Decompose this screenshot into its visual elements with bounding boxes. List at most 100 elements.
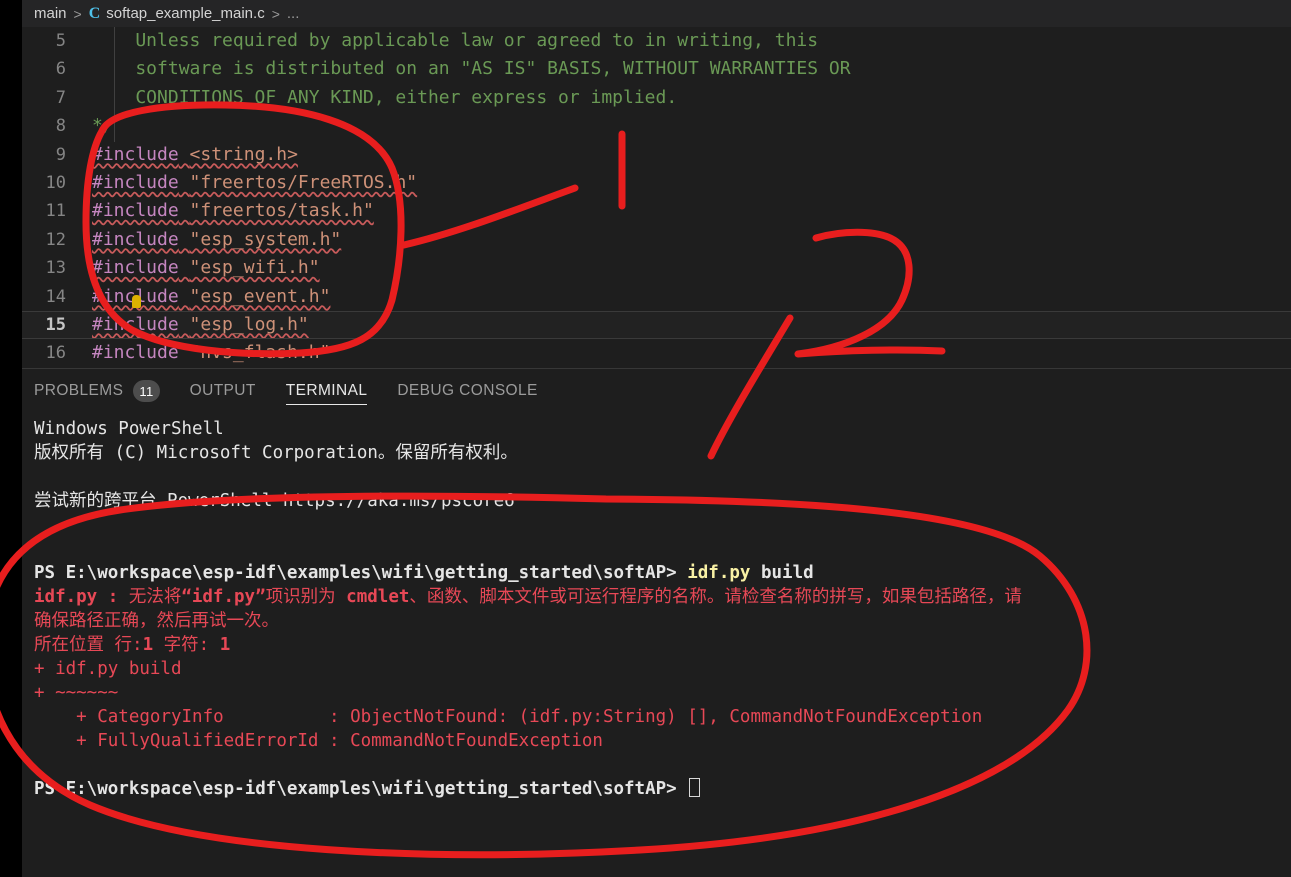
- panel-tab-bar[interactable]: PROBLEMS 11 OUTPUT TERMINAL DEBUG CONSOLE: [22, 369, 1291, 413]
- code-line[interactable]: 9 #include <string.h>: [22, 141, 1291, 169]
- bottom-panel: PROBLEMS 11 OUTPUT TERMINAL DEBUG CONSOLE Wi…: [22, 368, 1291, 877]
- terminal-line: 确保路径正确，然后再试一次。: [34, 609, 1291, 633]
- code-token: "esp_event.h": [189, 285, 331, 307]
- code-token: #include: [92, 313, 179, 335]
- breadcrumb[interactable]: main > C softap_example_main.c > ...: [22, 0, 1291, 27]
- code-line[interactable]: 8 */: [22, 112, 1291, 140]
- tab-debug-console[interactable]: DEBUG CONSOLE: [397, 369, 537, 413]
- terminal-text: + CategoryInfo : ObjectNotFound: (idf.py…: [34, 707, 983, 727]
- tab-label: PROBLEMS: [34, 382, 124, 399]
- terminal-line: 所在位置 行:1 字符: 1: [34, 633, 1291, 657]
- code-text: #include <string.h>: [92, 144, 298, 165]
- terminal-line: PS E:\workspace\esp-idf\examples\wifi\ge…: [34, 561, 1291, 585]
- terminal-text: 所在位置 行:: [34, 635, 143, 655]
- terminal-text: 字符:: [153, 635, 220, 655]
- code-token: software is distributed on an "AS IS" BA…: [92, 58, 851, 80]
- code-text: #include "esp_log.h": [92, 314, 309, 335]
- code-token: #include: [92, 257, 179, 279]
- code-line[interactable]: 6 software is distributed on an "AS IS" …: [22, 55, 1291, 83]
- line-number: 9: [55, 144, 66, 165]
- code-lines[interactable]: 5 Unless required by applicable law or a…: [22, 27, 1291, 368]
- code-token: "esp_log.h": [189, 313, 309, 335]
- terminal-prompt-line[interactable]: PS E:\workspace\esp-idf\examples\wifi\ge…: [34, 777, 1291, 801]
- line-number: 7: [55, 87, 66, 108]
- code-line[interactable]: 10 #include "freertos/FreeRTOS.h": [22, 169, 1291, 197]
- terminal-line: + ~~~~~~: [34, 681, 1291, 705]
- code-token: #include: [92, 342, 179, 364]
- terminal-text: 、函数、脚本文件或可运行程序的名称。请检查名称的拼写，如果包括路径，请: [409, 587, 1022, 607]
- code-editor[interactable]: 5 Unless required by applicable law or a…: [22, 27, 1291, 368]
- tab-label: OUTPUT: [189, 382, 256, 399]
- terminal-line: idf.py : 无法将“idf.py”项识别为 cmdlet、函数、脚本文件或…: [34, 585, 1291, 609]
- terminal-text: 版权所有 (C) Microsoft Corporation。保留所有权利。: [34, 443, 518, 463]
- tab-output[interactable]: OUTPUT: [190, 369, 256, 413]
- activity-bar[interactable]: [0, 0, 22, 877]
- code-line[interactable]: 13 #include "esp_wifi.h": [22, 254, 1291, 282]
- code-text: #include "esp_wifi.h": [92, 257, 320, 278]
- code-text: #include "esp_system.h": [92, 229, 341, 250]
- breadcrumb-file[interactable]: softap_example_main.c: [106, 5, 264, 22]
- chevron-right-icon: >: [73, 5, 82, 22]
- terminal-text: PS E:\workspace\esp-idf\examples\wifi\ge…: [34, 563, 688, 583]
- line-number: 10: [45, 172, 66, 193]
- tab-problems[interactable]: PROBLEMS 11: [34, 369, 160, 413]
- terminal-line: Windows PowerShell: [34, 417, 1291, 441]
- line-number: 15: [45, 314, 66, 335]
- code-text: Unless required by applicable law or agr…: [92, 30, 818, 51]
- breadcrumb-overflow[interactable]: ...: [287, 5, 300, 22]
- code-line[interactable]: 12 #include "esp_system.h": [22, 226, 1291, 254]
- problems-count-badge: 11: [133, 380, 160, 402]
- code-token: "freertos/task.h": [189, 200, 374, 222]
- terminal-text: PS E:\workspace\esp-idf\examples\wifi\ge…: [34, 779, 688, 799]
- terminal-text: + FullyQualifiedErrorId : CommandNotFoun…: [34, 731, 603, 751]
- line-number: 12: [45, 229, 66, 250]
- breadcrumb-folder[interactable]: main: [34, 5, 67, 22]
- terminal-text: 无法将: [128, 587, 182, 607]
- terminal-text: 确保路径正确，然后再试一次。: [34, 611, 279, 631]
- code-token: "nvs_flash.h": [189, 342, 331, 364]
- code-token: "esp_wifi.h": [189, 257, 320, 279]
- code-token: #include: [92, 171, 179, 193]
- line-number: 13: [45, 258, 66, 279]
- terminal-line: 尝试新的跨平台 PowerShell https://aka.ms/pscore…: [34, 489, 1291, 513]
- code-token: <string.h>: [189, 143, 298, 165]
- quick-fix-lightbulb-icon[interactable]: [132, 295, 141, 308]
- code-line[interactable]: 15 #include "esp_log.h": [22, 310, 1291, 340]
- terminal-text: 尝试新的跨平台 PowerShell https://aka.ms/pscore…: [34, 491, 515, 511]
- code-text: software is distributed on an "AS IS" BA…: [92, 58, 851, 80]
- terminal-line: + FullyQualifiedErrorId : CommandNotFoun…: [34, 729, 1291, 753]
- code-token: "esp_system.h": [189, 228, 342, 250]
- code-line[interactable]: 11 #include "freertos/task.h": [22, 197, 1291, 225]
- code-token: #include: [92, 200, 179, 222]
- tab-label: DEBUG CONSOLE: [397, 382, 538, 399]
- terminal-text: 1: [142, 635, 154, 655]
- code-text: #include "freertos/task.h": [92, 200, 374, 221]
- terminal-text: idf.py: [687, 563, 751, 583]
- line-number: 11: [45, 201, 66, 222]
- code-line[interactable]: 16 #include "nvs_flash.h": [22, 339, 1291, 367]
- vscode-window: main > C softap_example_main.c > ... 5 U…: [0, 0, 1291, 877]
- code-text: CONDITIONS OF ANY KIND, either express o…: [92, 87, 677, 108]
- code-line[interactable]: 7 CONDITIONS OF ANY KIND, either express…: [22, 84, 1291, 112]
- code-token: "freertos/FreeRTOS.h": [189, 171, 418, 193]
- tab-terminal[interactable]: TERMINAL: [285, 369, 368, 413]
- terminal-text: + ~~~~~~: [34, 683, 119, 703]
- code-token: Unless required by applicable law or agr…: [92, 30, 819, 51]
- terminal-cursor: [689, 778, 701, 797]
- code-line[interactable]: 5 Unless required by applicable law or a…: [22, 27, 1291, 55]
- code-line[interactable]: 14 #include "esp_event.h": [22, 283, 1291, 311]
- line-number: 14: [45, 286, 66, 307]
- terminal-output[interactable]: Windows PowerShell 版权所有 (C) Microsoft Cor…: [34, 417, 1291, 877]
